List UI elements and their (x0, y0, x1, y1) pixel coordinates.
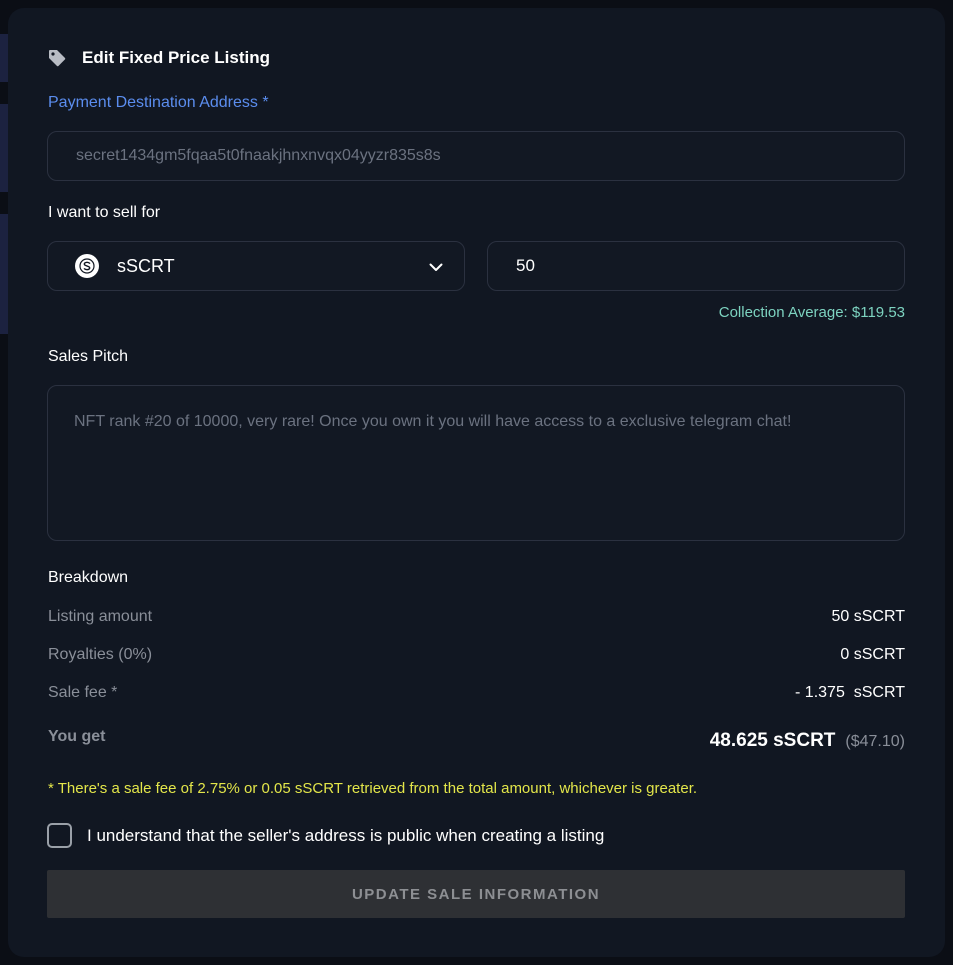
sell-for-label: I want to sell for (48, 204, 161, 221)
agreement-row[interactable]: I understand that the seller's address i… (47, 823, 604, 848)
payment-address-label: Payment Destination Address * (48, 94, 269, 111)
listing-amount-label: Listing amount (48, 608, 153, 625)
modal-title: Edit Fixed Price Listing (82, 48, 270, 67)
sales-pitch-text: NFT rank #20 of 10000, very rare! Once y… (74, 413, 792, 430)
update-sale-button[interactable]: UPDATE SALE INFORMATION (47, 870, 905, 918)
sales-pitch-textarea[interactable]: NFT rank #20 of 10000, very rare! Once y… (47, 385, 905, 541)
tag-icon (48, 49, 66, 67)
sale-fee-note: * There's a sale fee of 2.75% or 0.05 sS… (48, 780, 698, 797)
breakdown-heading: Breakdown (48, 569, 129, 586)
price-amount-input[interactable]: 50 (487, 241, 905, 291)
listing-amount-value: 50 sSCRT (831, 608, 905, 625)
token-select[interactable]: sSCRT (47, 241, 465, 291)
royalties-value: 0 sSCRT (840, 646, 905, 663)
modal-header: Edit Fixed Price Listing (48, 48, 270, 68)
payment-address-value: secret1434gm5fqaa5t0fnaakjhnxnvqx04yyzr8… (76, 147, 441, 164)
backdrop-strip (0, 104, 8, 192)
backdrop-strip (0, 34, 8, 82)
you-get-label: You get (48, 728, 106, 745)
sale-fee-label: Sale fee * (48, 684, 118, 701)
sales-pitch-label: Sales Pitch (48, 348, 129, 365)
backdrop-strip (0, 214, 8, 334)
agreement-label[interactable]: I understand that the seller's address i… (87, 826, 604, 846)
token-select-value: sSCRT (117, 255, 175, 276)
edit-listing-modal: Edit Fixed Price Listing Payment Destina… (8, 8, 945, 957)
you-get-usd: ($47.10) (845, 733, 905, 750)
agreement-checkbox[interactable] (47, 823, 72, 848)
collection-average: Collection Average: $119.53 (718, 304, 905, 321)
secret-token-icon (75, 254, 99, 278)
chevron-down-icon (428, 259, 444, 275)
sale-fee-value: - 1.375 sSCRT (795, 684, 905, 701)
you-get-value: 48.625 sSCRT ($47.10) (710, 730, 905, 752)
price-amount-value: 50 (516, 256, 535, 275)
you-get-amount: 48.625 sSCRT (709, 730, 836, 751)
royalties-label: Royalties (0%) (48, 646, 153, 663)
payment-address-input[interactable]: secret1434gm5fqaa5t0fnaakjhnxnvqx04yyzr8… (47, 131, 905, 181)
